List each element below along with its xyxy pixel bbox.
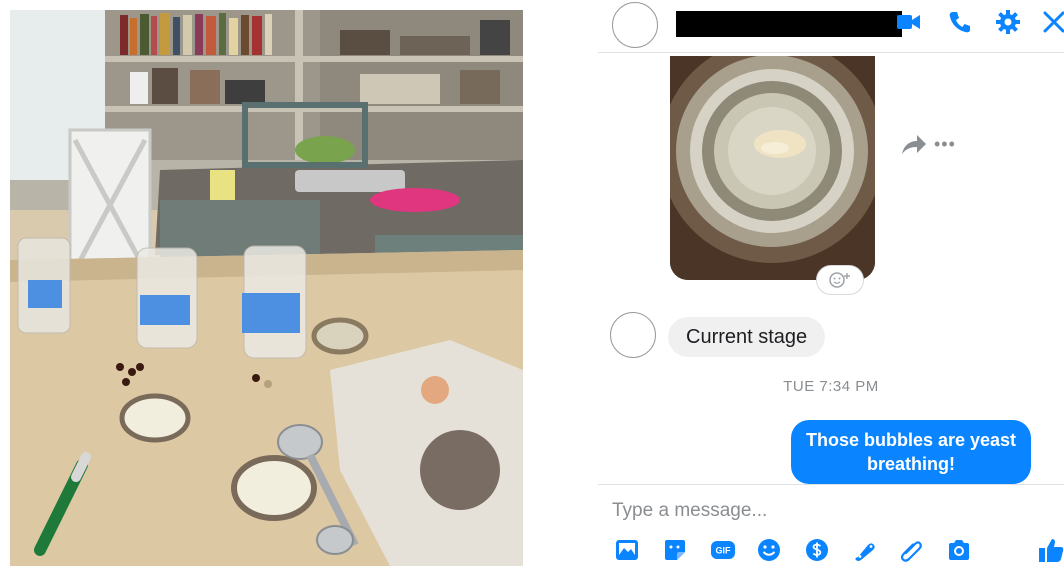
camera-icon[interactable] bbox=[946, 537, 972, 563]
close-icon[interactable] bbox=[1040, 8, 1064, 36]
payment-icon[interactable] bbox=[804, 537, 830, 563]
message-input[interactable] bbox=[610, 495, 1014, 527]
video-camera-icon[interactable] bbox=[894, 8, 922, 36]
outgoing-message-bubble: Those bubbles are yeast breathing! bbox=[791, 420, 1031, 484]
forward-share-icon[interactable] bbox=[898, 130, 928, 160]
contact-name-redacted bbox=[676, 11, 902, 37]
like-icon[interactable] bbox=[1038, 537, 1064, 563]
kitchen-table-photo bbox=[10, 10, 523, 566]
gear-icon[interactable] bbox=[994, 8, 1022, 36]
image-icon[interactable] bbox=[614, 537, 640, 563]
phone-icon[interactable] bbox=[946, 8, 974, 36]
sender-avatar[interactable] bbox=[610, 312, 656, 358]
gif-icon[interactable]: GIF bbox=[710, 537, 736, 563]
game-icon[interactable] bbox=[852, 537, 878, 563]
more-options-icon[interactable]: ••• bbox=[934, 134, 956, 155]
messenger-chat-window: ••• Current stage TUE 7:34 PM Those bubb… bbox=[598, 0, 1064, 573]
attachment-icon[interactable] bbox=[898, 537, 924, 563]
emoji-icon[interactable] bbox=[756, 537, 782, 563]
svg-text:GIF: GIF bbox=[716, 546, 732, 556]
incoming-message-bubble: Current stage bbox=[668, 317, 826, 357]
contact-avatar[interactable] bbox=[612, 2, 658, 48]
add-reaction-button[interactable] bbox=[816, 265, 864, 295]
chat-header bbox=[598, 0, 1064, 53]
shared-jar-photo[interactable] bbox=[670, 56, 875, 280]
message-composer: GIF bbox=[598, 484, 1064, 573]
message-timestamp: TUE 7:34 PM bbox=[783, 378, 879, 395]
sticker-icon[interactable] bbox=[662, 537, 688, 563]
